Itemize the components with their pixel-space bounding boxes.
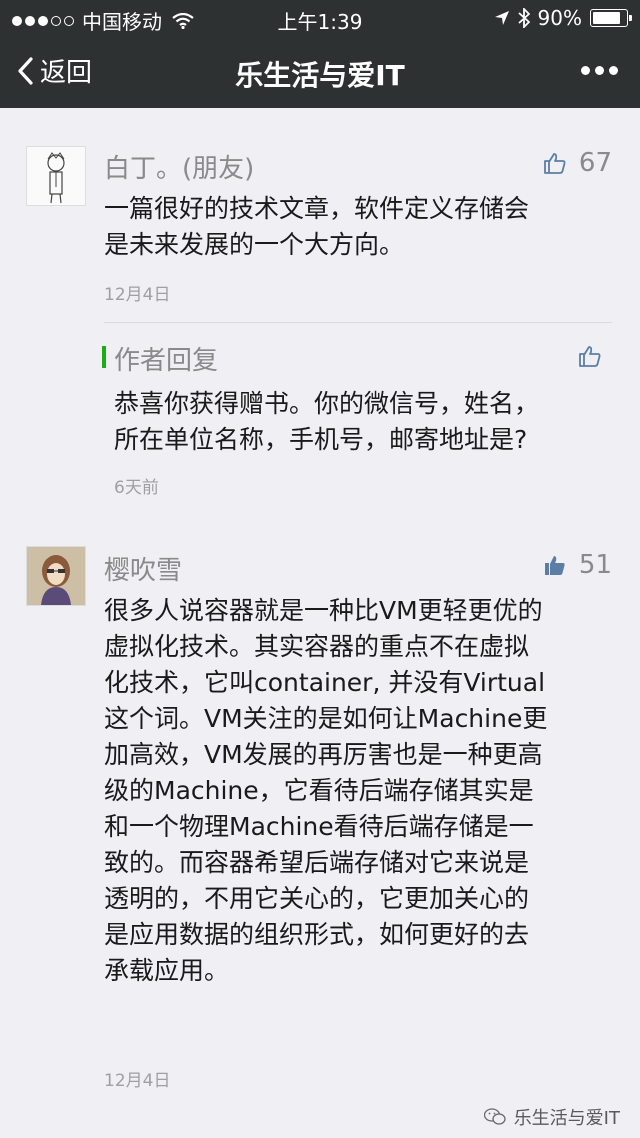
commenter-name: 樱吹雪 — [104, 556, 183, 586]
nav-bar: 返回 乐生活与爱IT — [0, 36, 640, 108]
bluetooth-icon — [517, 8, 530, 28]
watermark-label: 乐生活与爱IT — [513, 1108, 620, 1129]
battery-percent: 90% — [537, 6, 582, 30]
like-count: 51 — [578, 550, 612, 580]
thumbs-up-icon — [544, 556, 565, 575]
like-count: 67 — [578, 148, 612, 178]
like-button[interactable]: 67 — [543, 148, 612, 178]
reply-title: 作者回复 — [114, 346, 219, 376]
wechat-icon — [483, 1108, 506, 1125]
watermark: 乐生活与爱IT — [483, 1104, 620, 1130]
like-button[interactable]: 51 — [543, 550, 612, 580]
avatar[interactable] — [26, 146, 86, 206]
comment-date: 12月4日 — [104, 1071, 171, 1091]
top-bar: 中国移动 上午1:39 90% 返回 乐生活与爱IT — [0, 0, 640, 108]
status-bar: 中国移动 上午1:39 90% — [0, 0, 640, 36]
location-arrow-icon — [494, 11, 509, 25]
battery-icon — [590, 9, 632, 27]
reply-like-button[interactable] — [578, 344, 602, 368]
commenter-name: 白丁。(朋友) — [104, 154, 255, 184]
reply-date: 6天前 — [114, 478, 159, 498]
comment-text: 一篇很好的技术文章，软件定义存储会 是未来发展的一个大方向。 — [104, 194, 530, 259]
reply-accent-bar — [102, 346, 106, 368]
comment-date: 12月4日 — [104, 285, 171, 305]
comment-text: 很多人说容器就是一种比VM更轻更优的 虚拟化技术。其实容器的重点不在虚拟 化技术… — [104, 596, 548, 985]
divider — [104, 322, 612, 323]
more-icon[interactable] — [581, 66, 618, 75]
page-title: 乐生活与爱IT — [235, 59, 405, 92]
thumbs-up-icon — [579, 346, 601, 367]
reply-text: 恭喜你获得赠书。你的微信号，姓名， 所在单位名称，手机号，邮寄地址是? — [114, 389, 540, 454]
thumbs-up-icon — [544, 153, 566, 174]
avatar[interactable] — [26, 546, 86, 606]
comments-list: 白丁。(朋友) 67 一篇很好的技术文章，软件定义存储会 是未来发展的一个大方向… — [0, 108, 640, 1138]
